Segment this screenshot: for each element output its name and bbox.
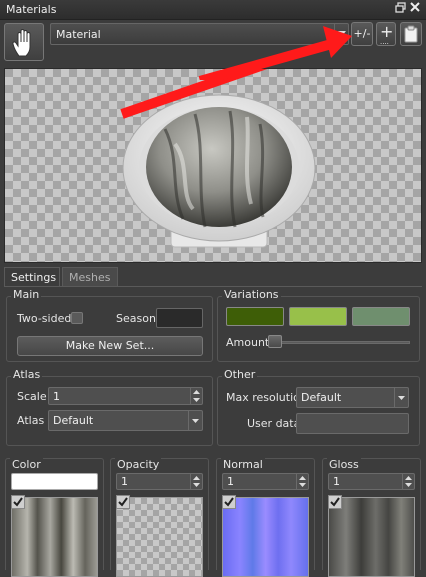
other-group: Other Max resolution Default User data [217, 368, 420, 446]
material-preview[interactable] [4, 68, 422, 263]
max-resolution-label: Max resolution [226, 391, 307, 404]
color-swatch[interactable] [11, 473, 98, 490]
undock-icon[interactable] [393, 2, 407, 16]
variations-group-title: Variations [222, 288, 281, 301]
variations-group: Variations Amount [217, 288, 420, 362]
normal-value: 1 [227, 475, 234, 488]
gloss-texture-thumbnail[interactable] [328, 497, 415, 577]
settings-panel: Main Two-sided Season Make New Set... Va… [4, 286, 422, 456]
add-remove-label: +/- [353, 27, 371, 40]
slot-color: Color [5, 458, 104, 577]
spin-arrows-icon[interactable] [402, 474, 414, 489]
pick-material-button[interactable] [4, 23, 44, 61]
gloss-value: 1 [333, 475, 340, 488]
max-resolution-dropdown[interactable]: Default [296, 387, 409, 408]
close-icon[interactable] [408, 2, 422, 16]
chevron-down-icon [334, 24, 348, 44]
opacity-value: 1 [121, 475, 128, 488]
atlas-dropdown[interactable]: Default [48, 410, 203, 431]
tab-settings[interactable]: Settings [4, 267, 60, 287]
spin-arrows-icon[interactable] [190, 474, 202, 489]
slot-opacity-label: Opacity [115, 458, 162, 471]
clipboard-icon [404, 25, 418, 43]
toolbar: Material +/- + .... [0, 20, 426, 66]
opacity-texture-thumbnail[interactable] [116, 497, 203, 577]
atlas-value: Default [53, 414, 94, 427]
normal-checkbox[interactable] [222, 495, 236, 509]
material-sphere [122, 94, 316, 248]
tab-meshes[interactable]: Meshes [62, 267, 118, 287]
scale-spinbox[interactable]: 1 [48, 387, 203, 405]
slot-normal: Normal 1 [216, 458, 315, 577]
slot-opacity: Opacity 1 [110, 458, 209, 577]
material-name: Material [56, 28, 101, 41]
season-color-swatch[interactable] [156, 308, 203, 328]
slot-gloss: Gloss 1 [322, 458, 421, 577]
slot-normal-label: Normal [221, 458, 265, 471]
make-new-set-label: Make New Set... [65, 339, 155, 352]
chevron-down-icon [394, 388, 408, 407]
opacity-spinbox[interactable]: 1 [116, 473, 203, 490]
variation-swatch-3[interactable] [352, 307, 410, 326]
two-sided-label: Two-sided [17, 312, 72, 325]
amount-slider-handle[interactable] [268, 335, 282, 348]
add-remove-button[interactable]: +/- [351, 22, 373, 46]
window-title: Materials [6, 3, 57, 16]
color-checkbox[interactable] [11, 495, 25, 509]
material-dropdown[interactable]: Material [50, 23, 349, 45]
chevron-down-icon [188, 411, 202, 430]
spin-arrows-icon[interactable] [296, 474, 308, 489]
spin-arrows-icon[interactable] [190, 388, 202, 404]
other-group-title: Other [222, 368, 258, 381]
variation-swatch-2[interactable] [289, 307, 347, 326]
gloss-checkbox[interactable] [328, 495, 342, 509]
slot-gloss-label: Gloss [327, 458, 361, 471]
atlas-label: Atlas [17, 414, 45, 427]
atlas-group-title: Atlas [11, 368, 43, 381]
max-resolution-value: Default [301, 391, 342, 404]
more-dots: .... [380, 38, 389, 46]
normal-spinbox[interactable]: 1 [222, 473, 309, 490]
gloss-spinbox[interactable]: 1 [328, 473, 415, 490]
opacity-checkbox[interactable] [116, 495, 130, 509]
texture-slots: Color Opacity 1 Normal 1 Gloss 1 [4, 458, 422, 577]
variation-swatch-1[interactable] [226, 307, 284, 326]
scale-label: Scale [17, 390, 47, 403]
hand-icon [12, 29, 31, 57]
slot-color-label: Color [10, 458, 43, 471]
season-label: Season [116, 312, 156, 325]
normal-texture-thumbnail[interactable] [222, 497, 309, 577]
add-button[interactable]: + .... [376, 22, 396, 46]
atlas-group: Atlas Scale 1 Atlas Default [6, 368, 213, 446]
amount-label: Amount [226, 336, 270, 349]
main-group-title: Main [11, 288, 42, 301]
title-bar: Materials [0, 0, 426, 20]
paste-button[interactable] [400, 22, 422, 46]
user-data-label: User data [247, 417, 301, 430]
scale-value: 1 [53, 390, 60, 403]
main-group: Main Two-sided Season Make New Set... [6, 288, 213, 362]
amount-slider-track[interactable] [268, 341, 410, 344]
two-sided-checkbox[interactable] [71, 312, 83, 324]
make-new-set-button[interactable]: Make New Set... [17, 336, 203, 356]
color-texture-thumbnail[interactable] [11, 497, 98, 577]
user-data-input[interactable] [296, 413, 409, 434]
